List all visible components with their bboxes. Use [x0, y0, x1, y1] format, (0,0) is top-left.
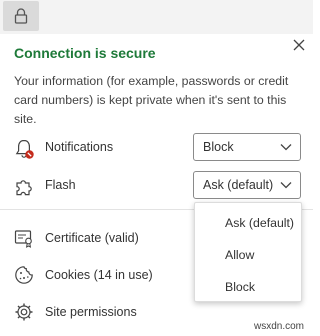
puzzle-icon — [16, 180, 32, 196]
bell-blocked-icon — [15, 139, 34, 159]
address-bar-strip — [0, 0, 313, 34]
flash-select-value: Ask (default) — [203, 178, 274, 192]
connection-description: Your information (for example, passwords… — [14, 74, 289, 126]
cookies-link[interactable]: Cookies (14 in use) — [0, 259, 195, 289]
dropdown-option-label: Allow — [225, 248, 255, 262]
cookie-icon — [15, 266, 33, 284]
gear-icon — [15, 303, 33, 321]
certificate-icon — [14, 230, 32, 248]
cookies-label: Cookies (14 in use) — [45, 268, 153, 282]
connection-status-title: Connection is secure — [14, 45, 156, 61]
notifications-select[interactable]: Block — [193, 133, 301, 161]
flash-dropdown-menu: Ask (default) Allow Block — [194, 202, 302, 302]
chevron-down-icon — [280, 182, 292, 189]
dropdown-option-block[interactable]: Block — [195, 272, 301, 302]
permission-label-notifications: Notifications — [45, 140, 114, 154]
flash-select[interactable]: Ask (default) — [193, 171, 301, 199]
chevron-down-icon — [280, 144, 292, 151]
watermark-text: wsxdn.com — [254, 321, 305, 332]
certificate-link[interactable]: Certificate (valid) — [0, 222, 195, 252]
dropdown-option-ask-default[interactable]: Ask (default) — [195, 208, 301, 238]
certificate-label: Certificate (valid) — [45, 231, 139, 245]
notifications-select-value: Block — [203, 140, 234, 154]
dropdown-option-label: Ask (default) — [225, 216, 295, 230]
site-permissions-link[interactable]: Site permissions — [0, 296, 195, 326]
dropdown-option-label: Block — [225, 280, 256, 294]
permission-label-flash: Flash — [45, 178, 76, 192]
dropdown-option-allow[interactable]: Allow — [195, 240, 301, 270]
site-permissions-label: Site permissions — [45, 305, 137, 319]
close-button[interactable] — [292, 38, 306, 52]
lock-icon — [14, 8, 28, 24]
site-info-button[interactable] — [3, 1, 39, 31]
close-icon — [293, 39, 305, 51]
